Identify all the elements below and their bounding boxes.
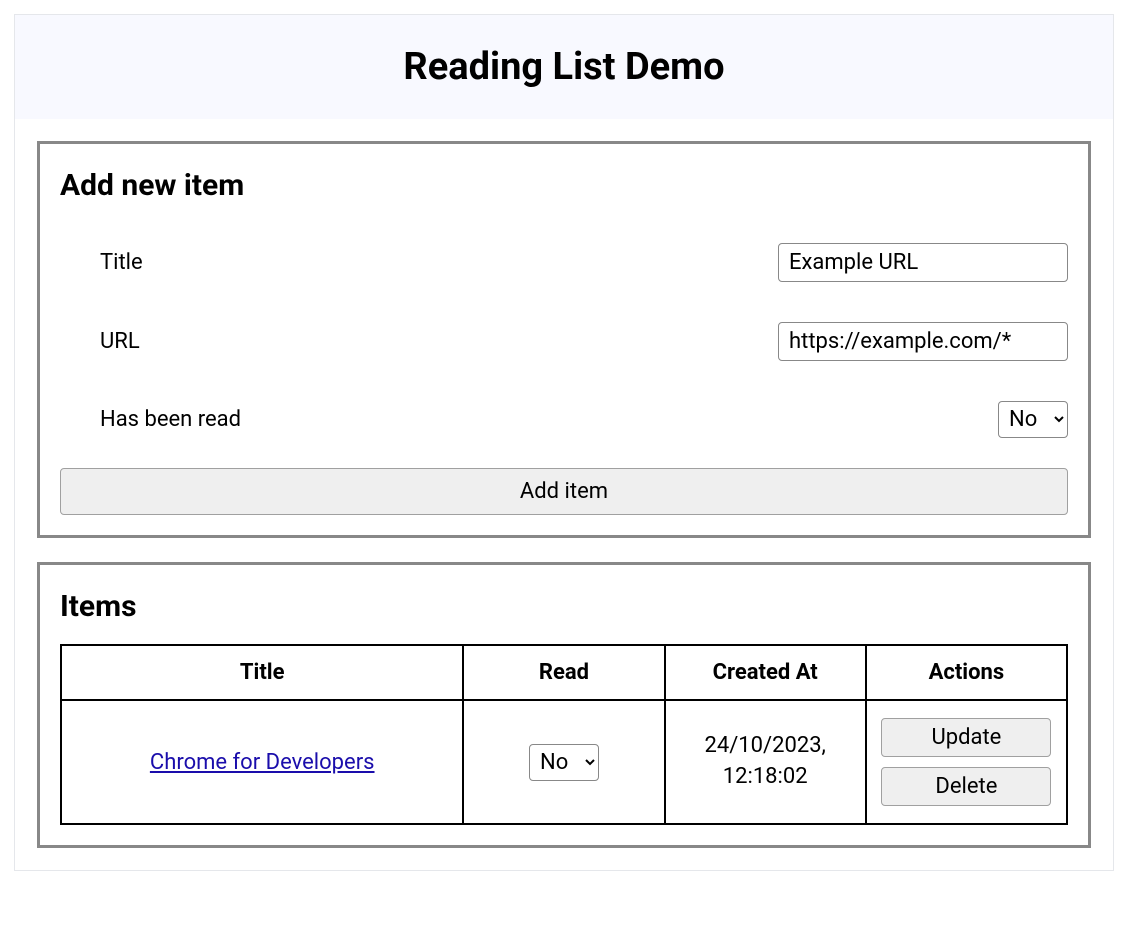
add-item-heading: Add new item: [60, 168, 1068, 203]
read-row: Has been read No Yes: [60, 381, 1068, 458]
cell-created: 24/10/2023, 12:18:02: [665, 700, 866, 824]
content: Add new item Title URL Has been read No …: [15, 119, 1113, 870]
col-created: Created At: [665, 645, 866, 700]
items-section: Items Title Read Created At Actions: [37, 562, 1091, 848]
page-title: Reading List Demo: [35, 45, 1093, 89]
row-read-select[interactable]: No Yes: [529, 744, 599, 781]
created-date: 24/10/2023,: [704, 733, 825, 758]
title-label: Title: [100, 250, 143, 275]
table-header-row: Title Read Created At Actions: [61, 645, 1067, 700]
read-select[interactable]: No Yes: [998, 401, 1068, 438]
cell-title: Chrome for Developers: [61, 700, 463, 824]
url-label: URL: [100, 329, 140, 354]
items-heading: Items: [60, 589, 1068, 624]
delete-button[interactable]: Delete: [881, 767, 1051, 806]
cell-read: No Yes: [463, 700, 664, 824]
url-row: URL: [60, 302, 1068, 381]
app-container: Reading List Demo Add new item Title URL…: [14, 14, 1114, 871]
items-table: Title Read Created At Actions Chrome for…: [60, 644, 1068, 825]
add-item-section: Add new item Title URL Has been read No …: [37, 141, 1091, 538]
add-item-button[interactable]: Add item: [60, 468, 1068, 515]
item-link[interactable]: Chrome for Developers: [150, 750, 375, 775]
created-time: 12:18:02: [723, 764, 808, 789]
cell-actions: Update Delete: [866, 700, 1067, 824]
col-read: Read: [463, 645, 664, 700]
url-input[interactable]: [778, 322, 1068, 361]
table-row: Chrome for Developers No Yes 24/10/2023,…: [61, 700, 1067, 824]
col-actions: Actions: [866, 645, 1067, 700]
title-input[interactable]: [778, 243, 1068, 282]
read-label: Has been read: [100, 407, 241, 432]
col-title: Title: [61, 645, 463, 700]
update-button[interactable]: Update: [881, 718, 1051, 757]
title-row: Title: [60, 223, 1068, 302]
header: Reading List Demo: [15, 15, 1113, 119]
